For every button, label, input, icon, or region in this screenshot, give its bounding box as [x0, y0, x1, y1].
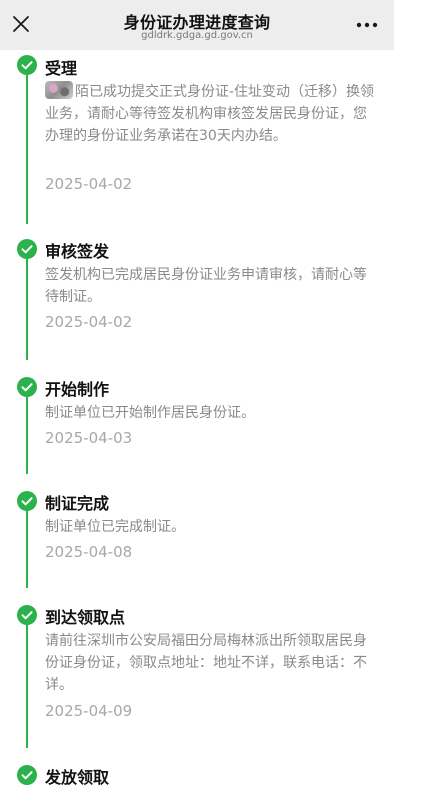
- step-title: 到达领取点: [45, 608, 126, 627]
- timeline-connector: [26, 396, 28, 474]
- check-icon: [17, 491, 37, 511]
- step-date: 2025-04-02: [45, 313, 133, 331]
- step-title: 审核签发: [45, 242, 110, 261]
- more-options-icon[interactable]: [354, 13, 380, 35]
- step-description: 制证单位已开始制作居民身份证。: [45, 405, 255, 421]
- step-title: 发放领取: [45, 768, 110, 787]
- timeline-connector: [26, 74, 28, 224]
- timeline-connector: [26, 510, 28, 588]
- page-url: gdldrk.gdga.gd.gov.cn: [141, 30, 253, 41]
- step-date: 2025-04-08: [45, 543, 133, 561]
- step-date: 2025-04-03: [45, 429, 133, 447]
- timeline-connector: [26, 258, 28, 360]
- check-icon: [17, 239, 37, 259]
- progress-timeline: 受理 陌已成功提交正式身份证-住址变动（迁移）换领业务，请耐心等待签发机构审核签…: [0, 50, 423, 796]
- step-description: 制证单位已完成制证。: [45, 519, 185, 535]
- step-description: 请前往深圳市公安局福田分局梅林派出所领取居民身份证身份证，领取点地址：地址不详，…: [45, 633, 367, 693]
- check-icon: [17, 605, 37, 625]
- step-description: 签发机构已完成居民身份证业务申请审核，请耐心等待制证。: [45, 267, 367, 305]
- step-title: 制证完成: [45, 494, 110, 513]
- check-icon: [17, 765, 37, 785]
- top-bar: 身份证办理进度查询 gdldrk.gdga.gd.gov.cn: [0, 0, 394, 50]
- check-icon: [17, 377, 37, 397]
- step-date: 2025-04-02: [45, 175, 133, 193]
- step-description: 陌已成功提交正式身份证-住址变动（迁移）换领业务，请耐心等待签发机构审核签发居民…: [45, 81, 378, 147]
- step-date: 2025-04-09: [45, 702, 133, 720]
- step-description-text: 陌已成功提交正式身份证-住址变动（迁移）换领业务，请耐心等待签发机构审核签发居民…: [45, 84, 375, 144]
- blurred-name-avatar: [45, 81, 73, 99]
- check-icon: [17, 55, 37, 75]
- step-title: 受理: [45, 59, 78, 78]
- timeline-connector: [26, 624, 28, 748]
- step-title: 开始制作: [45, 380, 110, 399]
